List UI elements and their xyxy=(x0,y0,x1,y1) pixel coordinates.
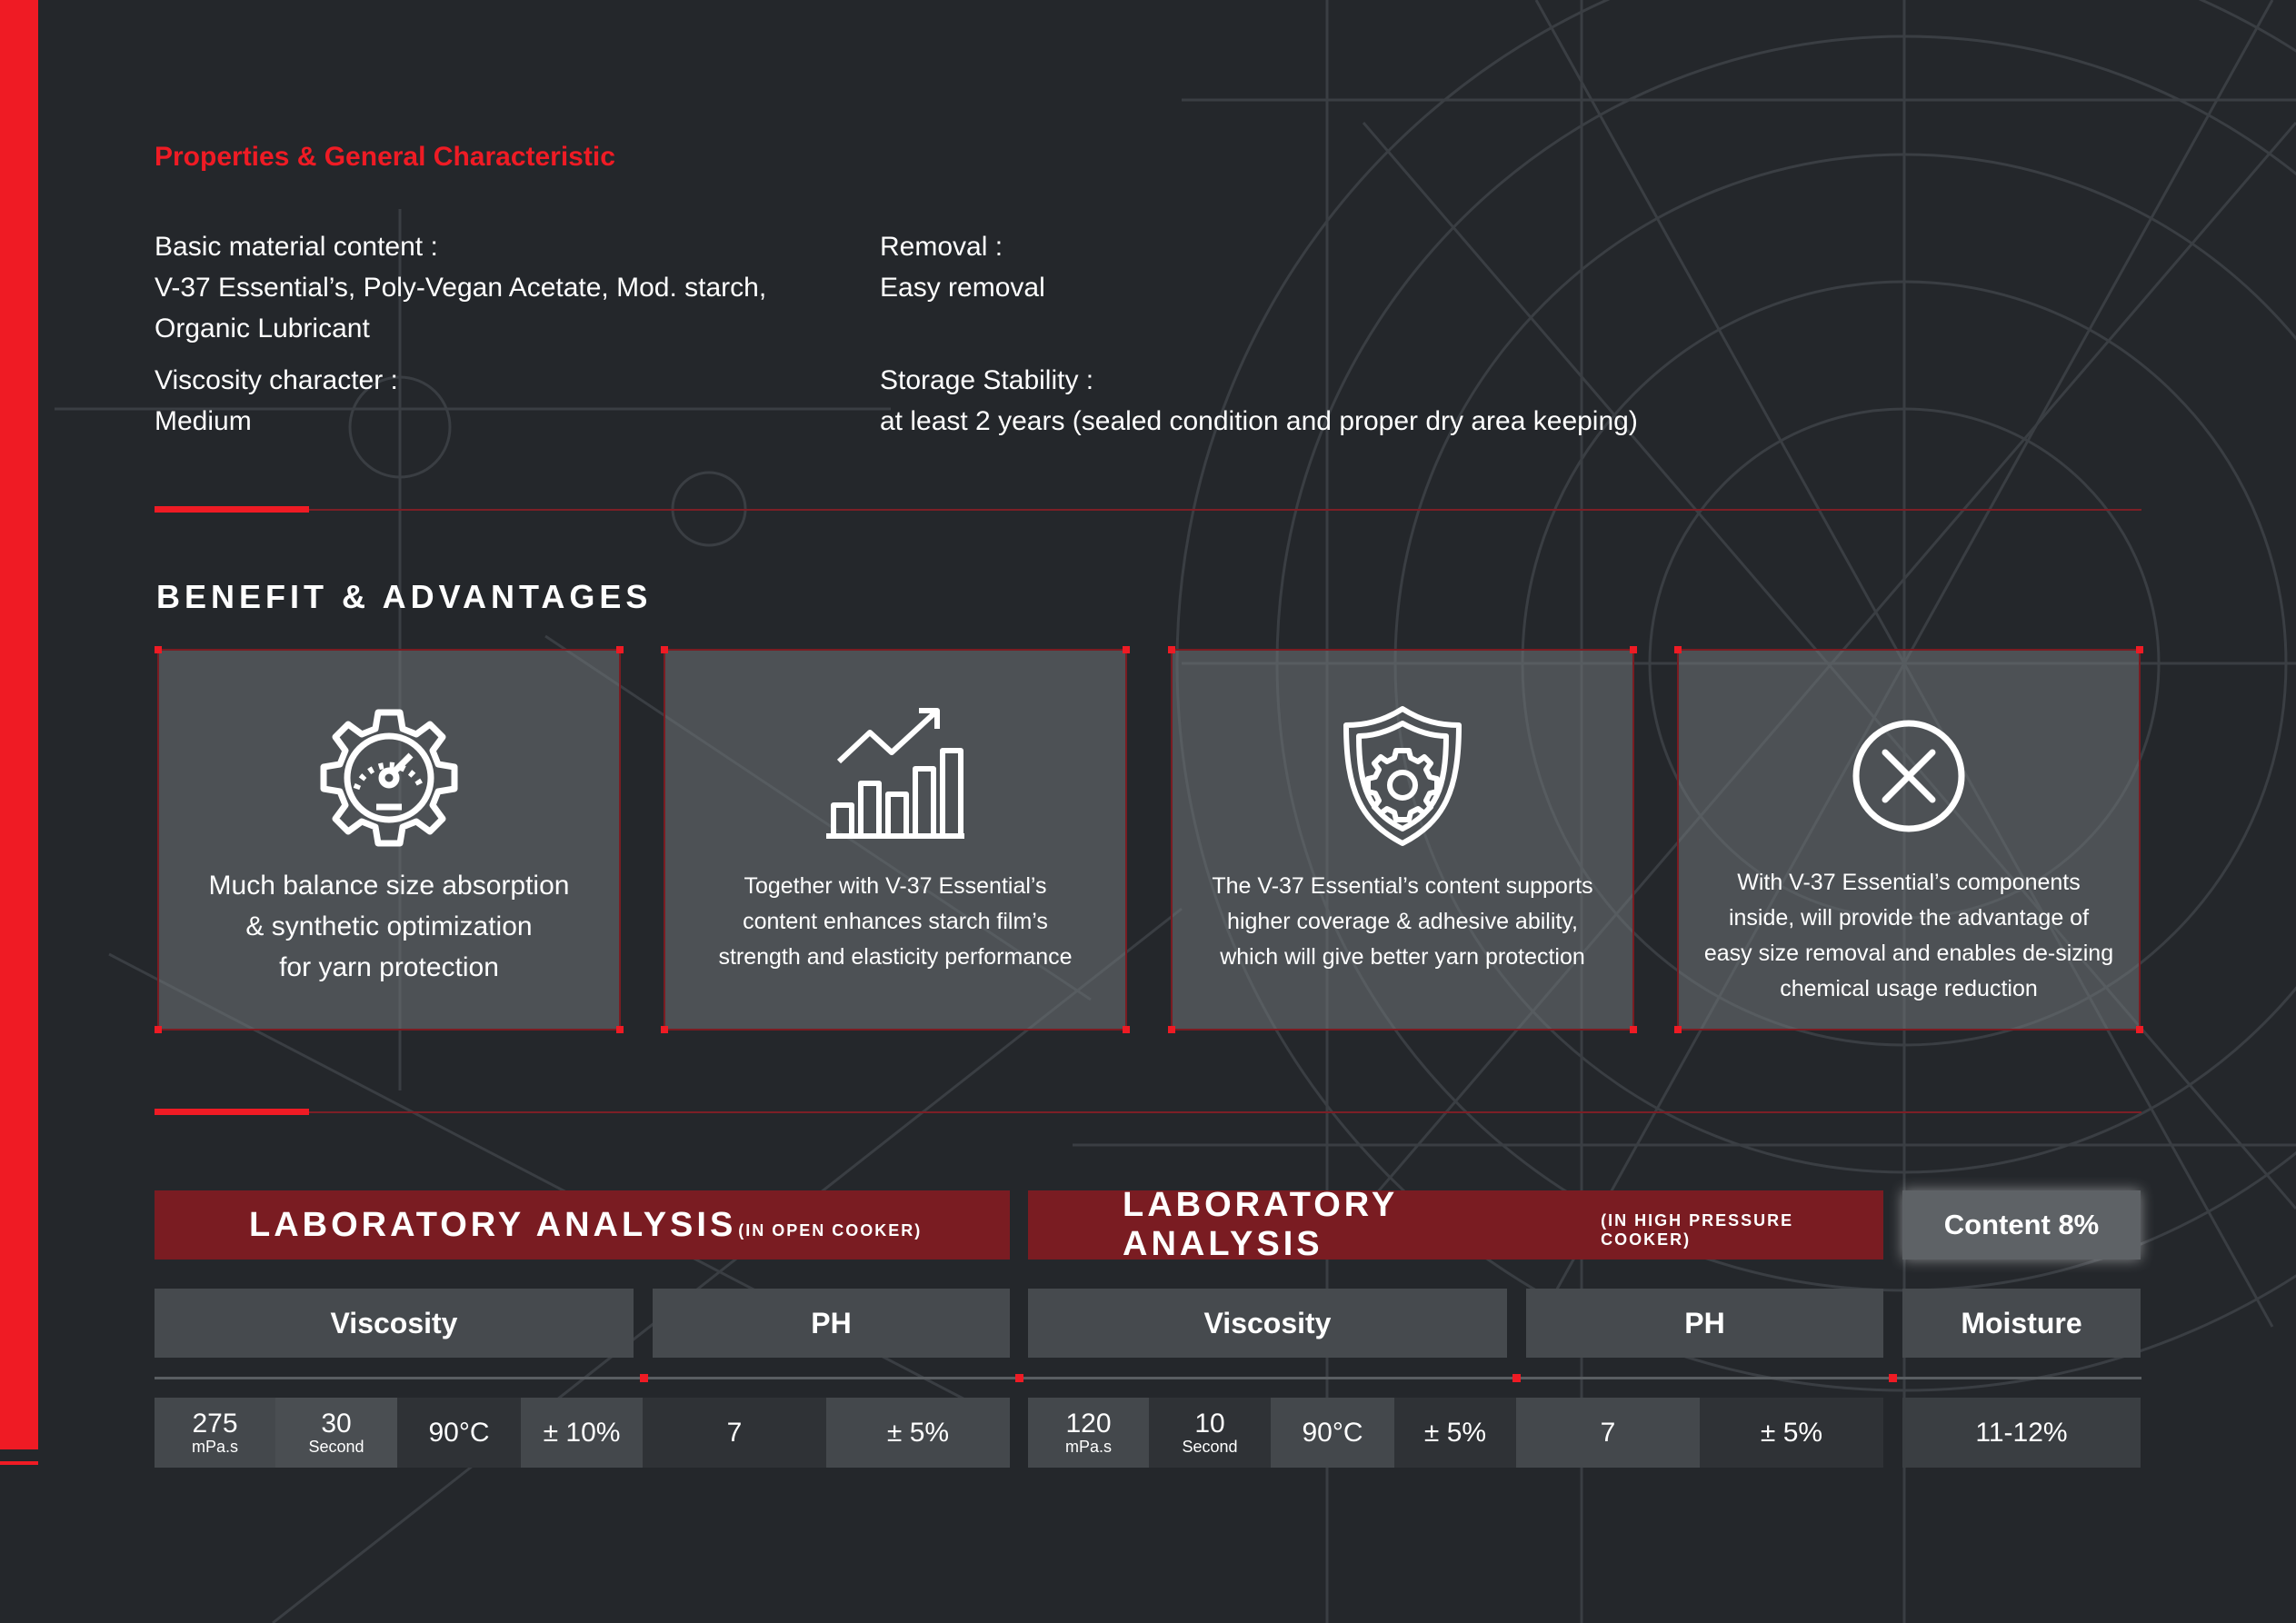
pressure-time-unit: Second xyxy=(1182,1437,1238,1456)
benefit-card-2-line-1: Together with V-37 Essential’s xyxy=(744,873,1047,899)
open-viscosity-value: 275 xyxy=(192,1408,238,1439)
benefit-card-4: With V-37 Essential’s components inside,… xyxy=(1674,646,2143,1033)
viscosity-character-block: Viscosity character : Medium xyxy=(155,360,398,442)
benefit-card-2-line-3: strength and elasticity performance xyxy=(718,944,1073,970)
basic-material-value-line1: V-37 Essential’s, Poly-Vegan Acetate, Mo… xyxy=(155,273,767,303)
lab-open-subtitle: (IN OPEN COOKER) xyxy=(738,1220,923,1240)
open-viscosity-value-cell: 275 mPa.s xyxy=(155,1398,275,1468)
benefit-card-1-line-2: & synthetic optimization xyxy=(245,911,533,941)
lab-pressure-subtitle: (IN HIGH PRESSURE COOKER) xyxy=(1601,1211,1794,1249)
content-badge: Content 8% xyxy=(1902,1190,2141,1260)
pressure-time-value: 10 xyxy=(1194,1408,1225,1439)
benefit-card-1-text: Much balance size absorption & synthetic… xyxy=(177,865,601,988)
left-accent-tick xyxy=(0,1461,38,1465)
benefit-card-1-line-1: Much balance size absorption xyxy=(208,871,570,901)
benefit-card-3-line-1: The V-37 Essential’s content supports xyxy=(1212,873,1593,899)
moisture-header: Moisture xyxy=(1902,1289,2141,1358)
benefit-card-4-text: With V-37 Essential’s components inside,… xyxy=(1697,865,2121,1007)
open-ph-tolerance-cell: ± 5% xyxy=(826,1398,1010,1468)
viscosity-character-label: Viscosity character : xyxy=(155,365,398,395)
lab-pressure-cooker-header: LABORATORY ANALYSIS (IN HIGH PRESSURE CO… xyxy=(1028,1186,1883,1263)
benefit-card-4-line-3: easy size removal and enables de-sizing xyxy=(1703,941,2114,966)
close-circle-icon xyxy=(1852,720,1965,832)
storage-stability-value: at least 2 years (sealed condition and p… xyxy=(880,406,1638,436)
pressure-viscosity-tolerance-cell: ± 5% xyxy=(1394,1398,1516,1468)
benefit-card-3-text: The V-37 Essential’s content supports hi… xyxy=(1191,869,1614,975)
gear-gauge-icon xyxy=(320,709,458,847)
pressure-ph-value-cell: 7 xyxy=(1516,1398,1700,1468)
pressure-viscosity-value: 120 xyxy=(1065,1408,1112,1439)
lab-pressure-title: LABORATORY ANALYSIS xyxy=(1123,1186,1398,1263)
open-viscosity-header: Viscosity xyxy=(155,1289,634,1358)
benefit-card-2: Together with V-37 Essential’s content e… xyxy=(661,646,1130,1033)
pressure-temperature-cell: 90°C xyxy=(1271,1398,1394,1468)
benefit-card-3-line-2: higher coverage & adhesive ability, xyxy=(1227,909,1578,934)
section-divider-2 xyxy=(155,1111,2141,1113)
basic-material-label: Basic material content : xyxy=(155,232,438,262)
open-viscosity-tolerance-cell: ± 10% xyxy=(521,1398,643,1468)
left-accent-bar xyxy=(0,0,38,1449)
benefit-card-3: The V-37 Essential’s content supports hi… xyxy=(1168,646,1637,1033)
lab-open-cooker-header: LABORATORY ANALYSIS (IN OPEN COOKER) xyxy=(155,1190,1010,1260)
open-temperature-cell: 90°C xyxy=(397,1398,521,1468)
table-rule xyxy=(155,1377,2141,1379)
pressure-ph-header: PH xyxy=(1526,1289,1883,1358)
removal-label: Removal : xyxy=(880,232,1003,262)
basic-material-value-line2: Organic Lubricant xyxy=(155,314,370,344)
pressure-viscosity-header: Viscosity xyxy=(1028,1289,1507,1358)
shield-gear-icon xyxy=(1343,706,1462,846)
open-viscosity-unit: mPa.s xyxy=(191,1437,238,1456)
properties-title: Properties & General Characteristic xyxy=(155,142,615,172)
pressure-viscosity-value-cell: 120 mPa.s xyxy=(1028,1398,1149,1468)
removal-block: Removal : Easy removal xyxy=(880,226,1045,308)
open-time-unit: Second xyxy=(308,1437,364,1456)
benefit-card-1: Much balance size absorption & synthetic… xyxy=(155,646,624,1033)
section-divider-2-accent xyxy=(155,1109,309,1115)
lab-open-title: LABORATORY ANALYSIS xyxy=(249,1205,737,1244)
open-ph-header: PH xyxy=(653,1289,1010,1358)
rule-marker xyxy=(1889,1374,1897,1382)
storage-stability-label: Storage Stability : xyxy=(880,365,1094,395)
rule-marker xyxy=(640,1374,648,1382)
rule-marker xyxy=(1512,1374,1521,1382)
benefit-card-3-line-3: which will give better yarn protection xyxy=(1220,944,1585,970)
growth-chart-icon xyxy=(826,708,964,839)
benefit-card-4-line-1: With V-37 Essential’s components xyxy=(1737,870,2081,895)
section-divider xyxy=(155,509,2141,511)
viscosity-character-value: Medium xyxy=(155,406,252,436)
removal-value: Easy removal xyxy=(880,273,1045,303)
moisture-value-cell: 11-12% xyxy=(1902,1398,2141,1468)
benefit-card-2-text: Together with V-37 Essential’s content e… xyxy=(684,869,1107,975)
benefit-card-4-line-2: inside, will provide the advantage of xyxy=(1728,905,2090,931)
open-time-value: 30 xyxy=(321,1408,352,1439)
open-time-cell: 30 Second xyxy=(275,1398,397,1468)
pressure-ph-tolerance-cell: ± 5% xyxy=(1700,1398,1883,1468)
rule-marker xyxy=(1015,1374,1023,1382)
basic-material-block: Basic material content : V-37 Essential’… xyxy=(155,226,766,349)
storage-stability-block: Storage Stability : at least 2 years (se… xyxy=(880,360,1638,442)
benefit-heading: BENEFIT & ADVANTAGES xyxy=(156,578,653,615)
benefit-card-4-line-4: chemical usage reduction xyxy=(1780,976,2038,1001)
pressure-viscosity-unit: mPa.s xyxy=(1064,1437,1112,1456)
pressure-time-cell: 10 Second xyxy=(1149,1398,1271,1468)
open-ph-value-cell: 7 xyxy=(643,1398,826,1468)
section-divider-accent xyxy=(155,506,309,513)
benefit-card-2-line-2: content enhances starch film’s xyxy=(743,909,1048,934)
benefit-card-1-line-3: for yarn protection xyxy=(279,952,499,982)
